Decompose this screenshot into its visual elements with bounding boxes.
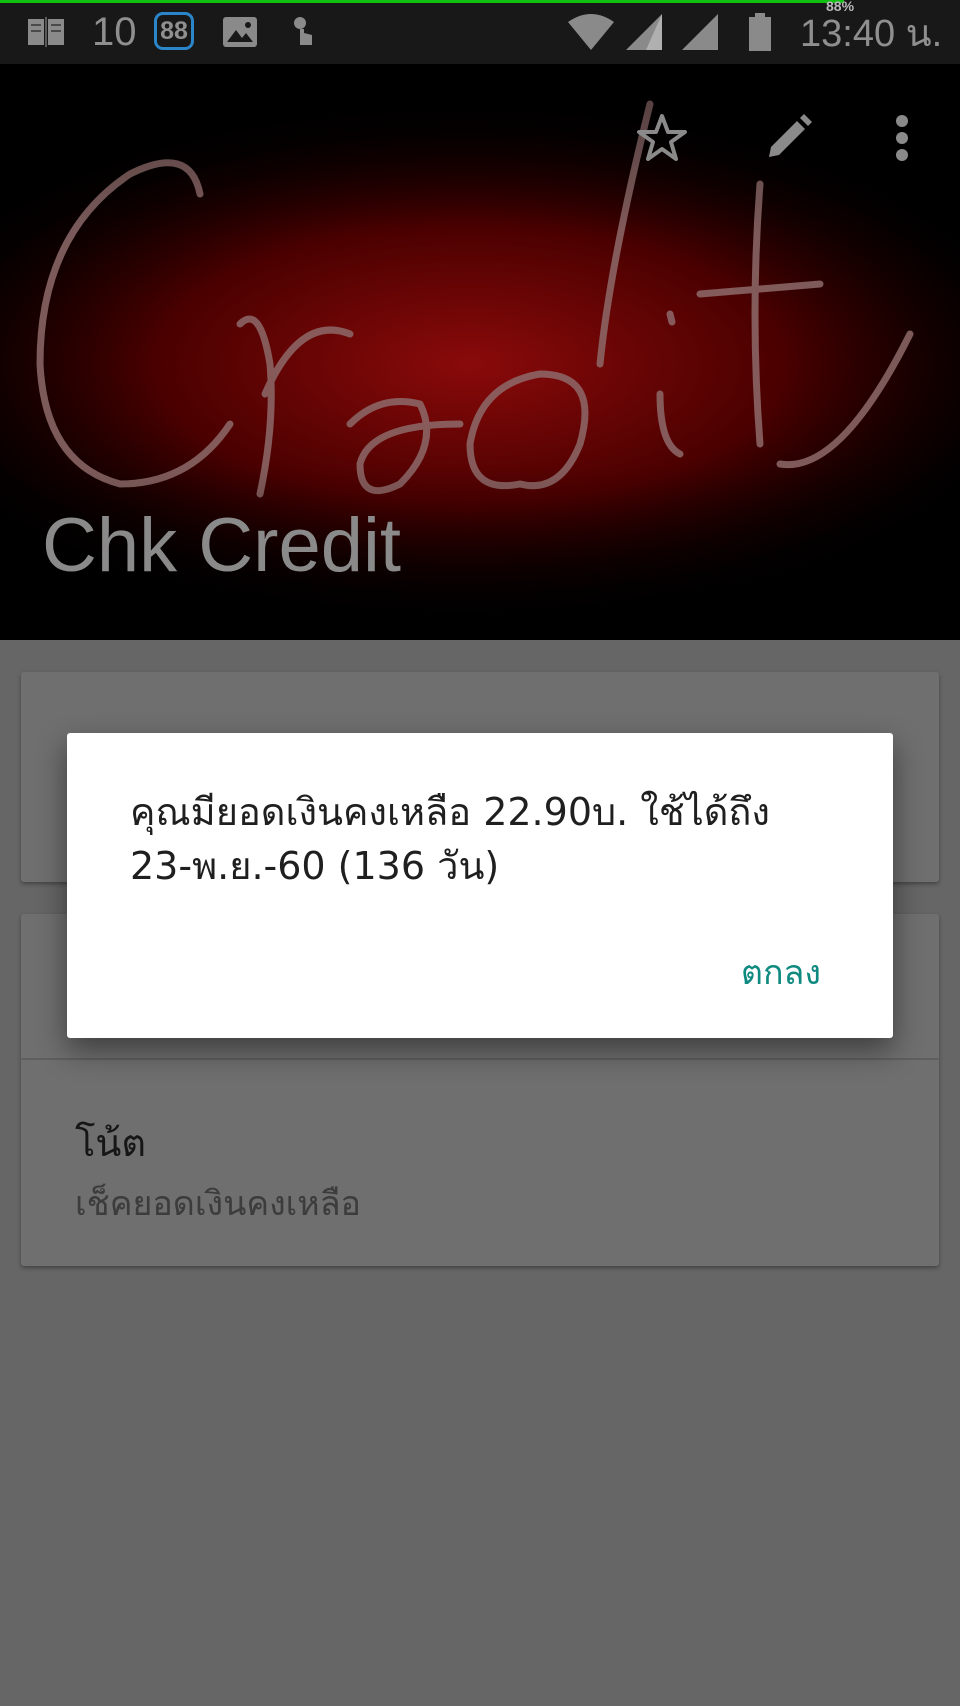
signal-icon-2 (680, 10, 720, 54)
book-icon (26, 10, 66, 54)
notification-count: 10 (92, 9, 137, 54)
status-bar: 88% 10 88 13:40 น. (0, 0, 960, 64)
contact-name: Chk Credit (42, 503, 401, 588)
app-badge: 88 (154, 12, 194, 50)
battery-progress-line (0, 0, 844, 3)
balance-dialog: คุณมียอดเงินคงเหลือ 22.90บ. ใช้ได้ถึง 23… (67, 733, 893, 1038)
battery-icon (748, 10, 772, 54)
more-vert-icon[interactable] (870, 106, 934, 170)
note-label: โน้ต (75, 1121, 147, 1165)
card-divider (21, 1058, 939, 1060)
dialog-message-line2: 23-พ.ย.-60 (136 วัน) (130, 844, 500, 888)
touch-icon (290, 10, 318, 54)
wifi-icon (566, 10, 616, 54)
star-outline-icon[interactable] (630, 106, 694, 170)
contact-header-image: Chk Credit (0, 64, 960, 640)
dialog-message: คุณมียอดเงินคงเหลือ 22.90บ. ใช้ได้ถึง 23… (130, 785, 850, 893)
signal-icon-1 (624, 10, 664, 54)
clock: 13:40 น. (800, 12, 943, 55)
dialog-message-line1: คุณมียอดเงินคงเหลือ 22.90บ. ใช้ได้ถึง (130, 790, 770, 834)
note-value[interactable]: เช็คยอดเงินคงเหลือ (75, 1176, 361, 1230)
image-icon (222, 10, 258, 54)
ok-button[interactable]: ตกลง (741, 941, 821, 1003)
edit-pencil-icon[interactable] (756, 106, 820, 170)
